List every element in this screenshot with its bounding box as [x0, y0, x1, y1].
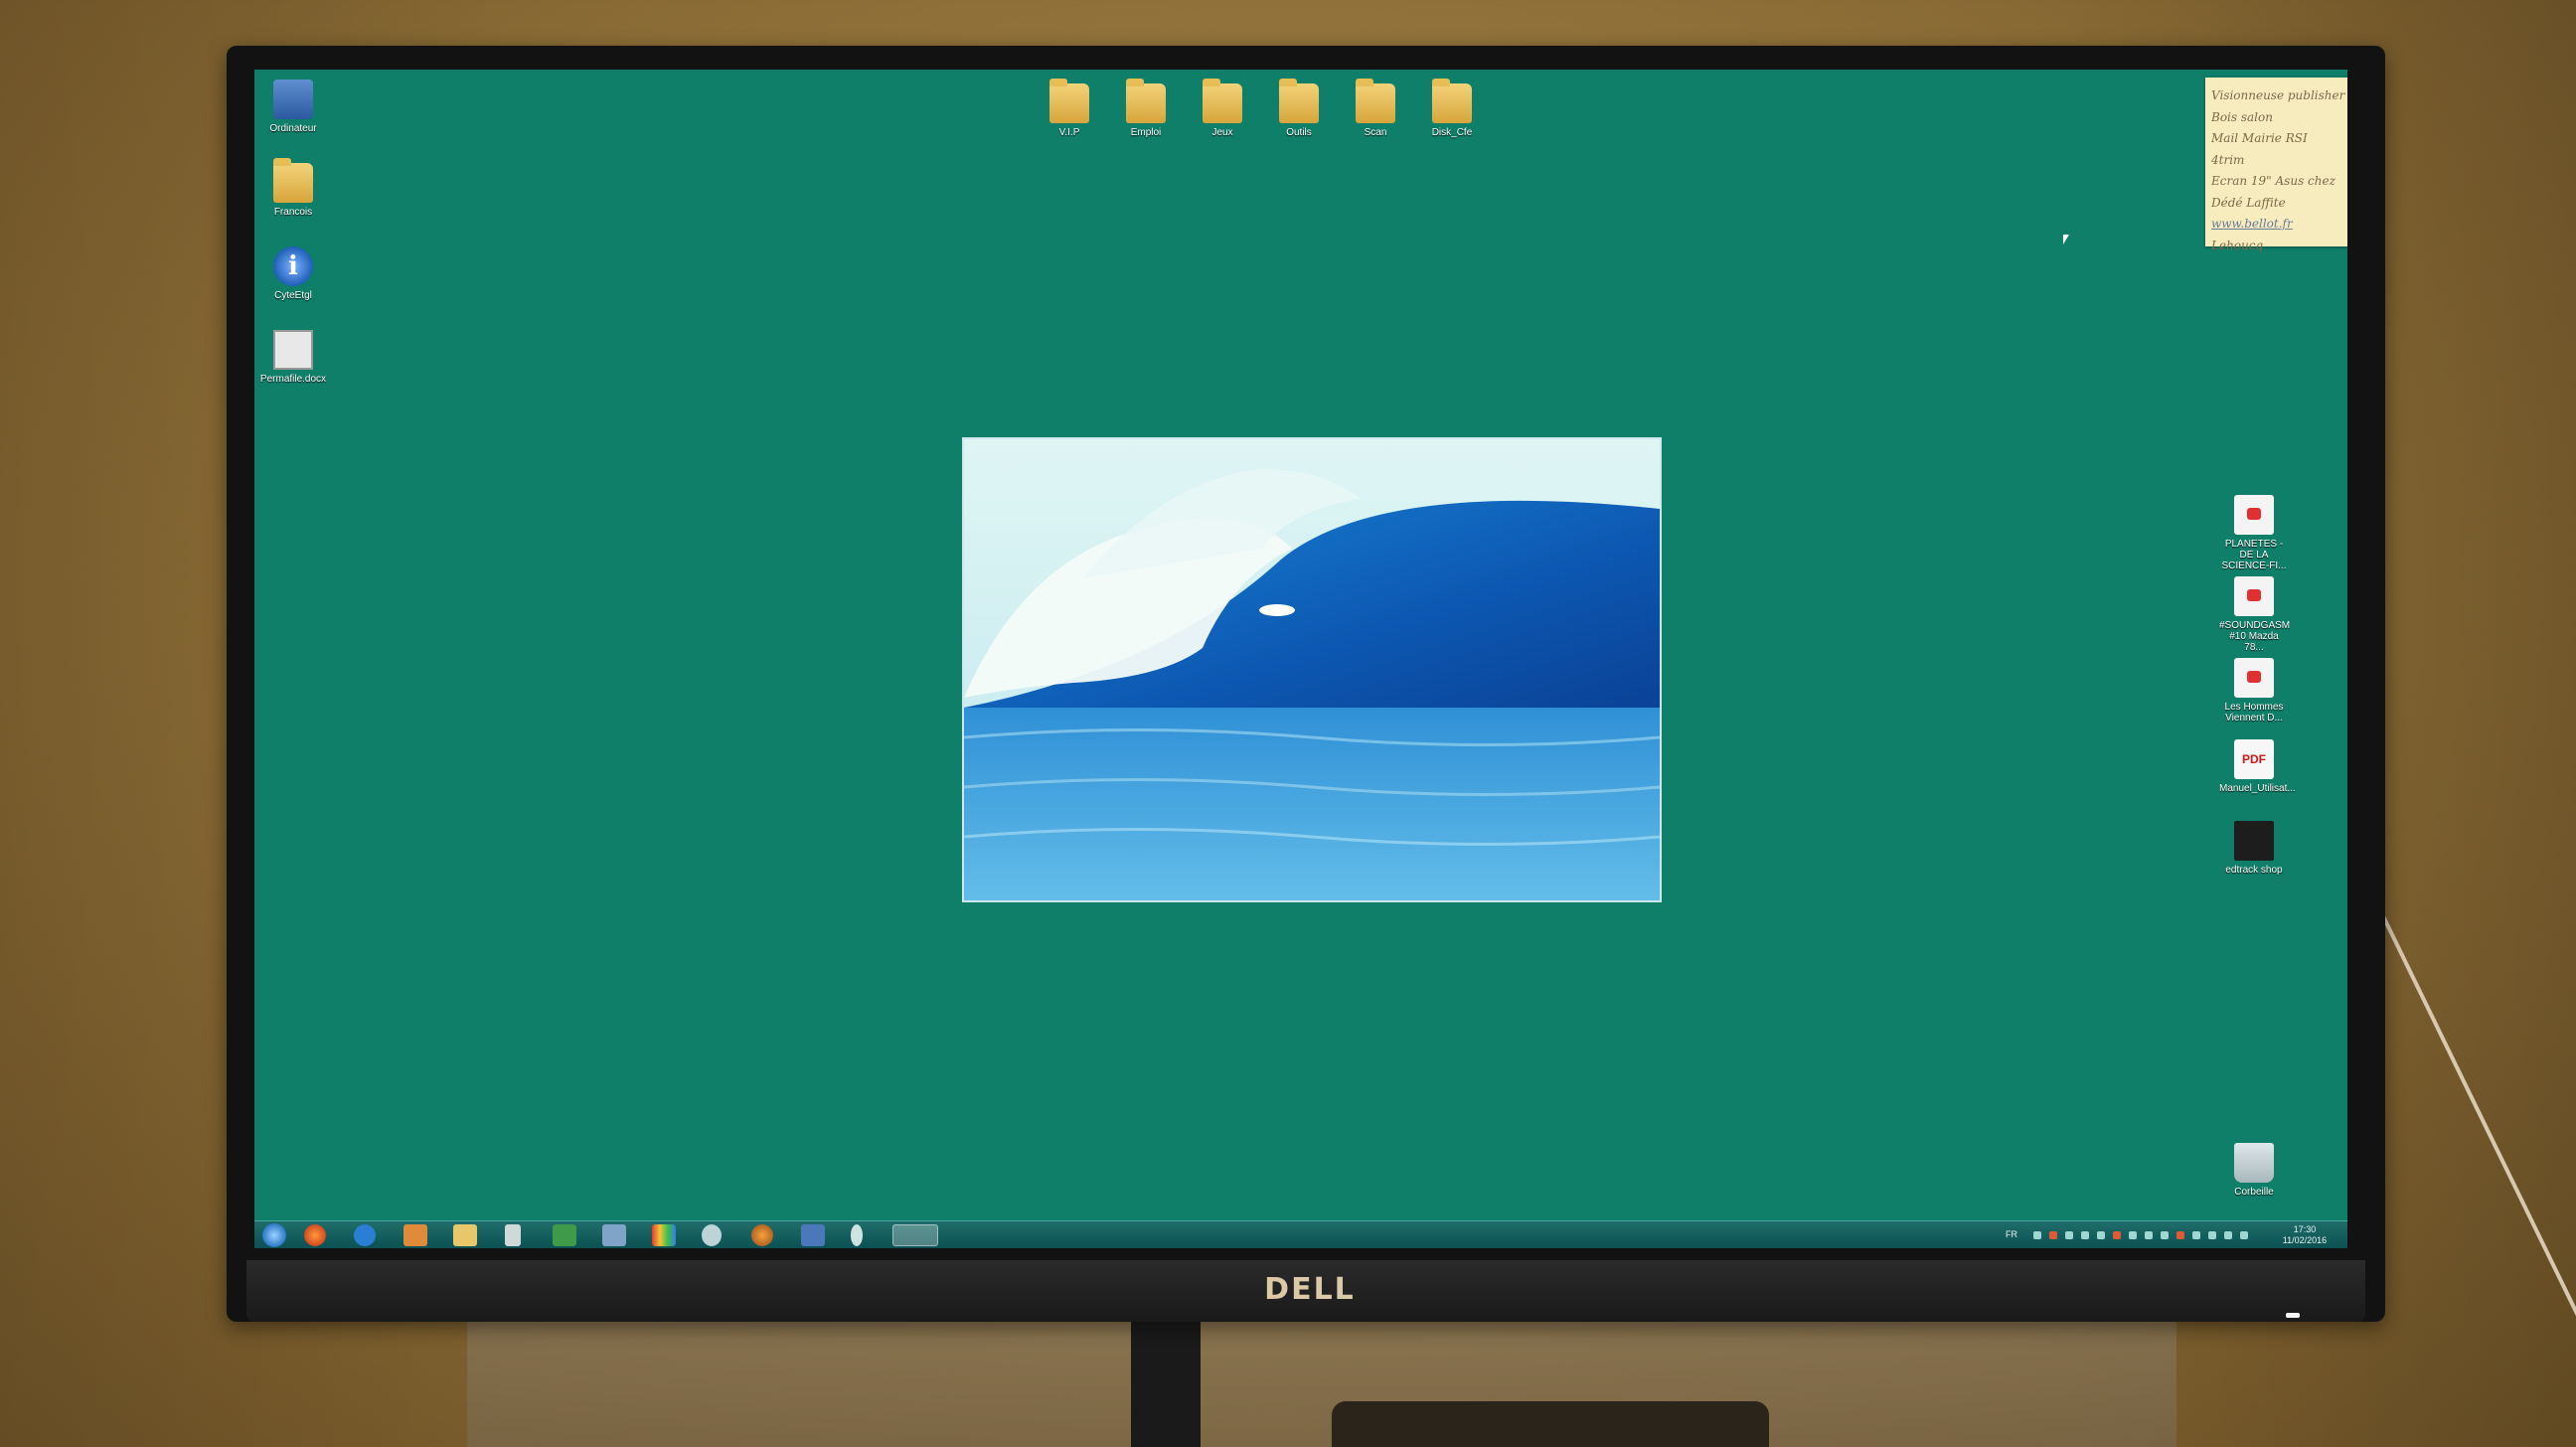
desktop-icon-document[interactable]: Permafile.docx [258, 330, 328, 385]
note-line: Lehoucq [2211, 238, 2264, 252]
desktop-icon-label: Francois [273, 207, 313, 218]
desktop-folder-scan[interactable]: Scan [1341, 79, 1410, 138]
folder-icon [1049, 79, 1089, 123]
mouse-cursor [2063, 235, 2069, 244]
folder-icon [1279, 79, 1319, 123]
desktop-folder-jeux[interactable]: Jeux [1188, 79, 1257, 138]
flag-icon[interactable] [2192, 1231, 2200, 1239]
language-indicator[interactable]: FR [2006, 1229, 2017, 1239]
pdf-icon: PDF [2234, 739, 2274, 779]
media-shortcut-icon [2234, 658, 2274, 698]
desktop-icon-label: CyteEtgl [274, 290, 312, 301]
desktop-icon-label: Corbeille [2234, 1187, 2274, 1198]
folder-label: V.I.P [1058, 127, 1080, 138]
tray-icon[interactable] [2081, 1231, 2089, 1239]
desktop-icon-label: #SOUNDGASM #10 Mazda 78... [2219, 620, 2291, 653]
application-icon [2234, 821, 2274, 861]
tray-icon[interactable] [2129, 1231, 2137, 1239]
desk-shelf [467, 1322, 2176, 1447]
battery-icon[interactable] [2224, 1231, 2232, 1239]
desktop-folder-disk[interactable]: Disk_Cfe [1417, 79, 1487, 138]
desktop-icon-label: Les Hommes Viennent D... [2224, 702, 2284, 724]
monitor-brand-logo: DELL [1264, 1272, 1356, 1307]
media-player-icon[interactable] [403, 1224, 427, 1246]
tray-icon[interactable] [2113, 1231, 2121, 1239]
desktop-icon-planetes[interactable]: PLANETES - DE LA SCIENCE-FI... [2219, 495, 2289, 571]
speaker-base [1332, 1401, 1769, 1447]
folder-label: Outils [1286, 127, 1312, 138]
note-line: Visionneuse publisher [2211, 88, 2345, 102]
folder-label: Emploi [1130, 127, 1162, 138]
tray-icon[interactable] [2161, 1231, 2169, 1239]
clock-date: 11/02/2016 [2282, 1235, 2328, 1245]
computer-icon [273, 80, 313, 119]
desktop-icon-computer[interactable]: Ordinateur [258, 80, 328, 134]
wave-image [964, 439, 1660, 900]
desktop-icon-les-hommes[interactable]: Les Hommes Viennent D... [2219, 658, 2289, 724]
media-shortcut-icon [2234, 495, 2274, 535]
desktop-folder-emploi[interactable]: Emploi [1111, 79, 1181, 138]
taskbar-clock[interactable]: 17:30 11/02/2016 [2270, 1224, 2339, 1246]
desktop-icon-soundgasm[interactable]: #SOUNDGASM #10 Mazda 78... [2219, 576, 2291, 653]
desktop-icon-label: Manuel_Utilisat... [2219, 783, 2296, 794]
recycle-bin-icon [2234, 1143, 2274, 1183]
folder-icon [1203, 79, 1242, 123]
desktop-folder-outils[interactable]: Outils [1264, 79, 1334, 138]
tray-icon[interactable] [2145, 1231, 2153, 1239]
clock-time: 17:30 [2293, 1224, 2317, 1234]
note-line: Ecran 19" Asus chez [2211, 174, 2335, 188]
network-icon[interactable] [801, 1224, 825, 1246]
desktop-screen: Ordinateur Francois i CyteEtgl Permafile… [254, 70, 2347, 1248]
note-line: Bois salon [2211, 109, 2273, 124]
folder-icon [1432, 79, 1472, 123]
tray-icon[interactable] [2097, 1231, 2105, 1239]
desktop-icon-user-folder[interactable]: Francois [258, 158, 328, 218]
desktop-icon-label: PLANETES - DE LA SCIENCE-FI... [2221, 539, 2287, 571]
excel-icon[interactable] [553, 1224, 576, 1246]
file-explorer-icon[interactable] [453, 1224, 477, 1246]
tray-icon[interactable] [2049, 1231, 2057, 1239]
chat-icon[interactable] [702, 1224, 722, 1246]
notepad-icon[interactable] [505, 1224, 521, 1246]
note-line: 4trim [2211, 152, 2245, 167]
window-icon[interactable] [602, 1224, 626, 1246]
desktop-icon-label: edtrack shop [2225, 865, 2283, 876]
desktop-icon-info[interactable]: i CyteEtgl [258, 246, 328, 301]
volume-icon[interactable] [2240, 1231, 2248, 1239]
note-line: Mail Mairie RSI [2211, 131, 2308, 145]
monitor-stand [1131, 1322, 1201, 1447]
user-folder-icon [273, 158, 313, 203]
tray-icon[interactable] [2033, 1231, 2041, 1239]
folder-label: Jeux [1211, 127, 1233, 138]
folder-icon [1126, 79, 1166, 123]
folder-label: Scan [1364, 127, 1387, 138]
desktop-icon-label: Permafile.docx [259, 374, 327, 385]
sticky-note[interactable]: Visionneuse publisher Bois salon Mail Ma… [2205, 78, 2347, 252]
start-button[interactable] [262, 1223, 286, 1247]
folder-icon [1356, 79, 1395, 123]
folder-label: Disk_Cfe [1431, 127, 1473, 138]
desktop-icon-label: Ordinateur [269, 123, 317, 134]
media-shortcut-icon [2234, 576, 2274, 616]
firefox-icon[interactable] [304, 1224, 326, 1246]
document-icon [273, 330, 313, 370]
tray-icon[interactable] [2176, 1231, 2184, 1239]
internet-explorer-icon[interactable] [354, 1224, 376, 1246]
note-link[interactable]: www.bellot.fr [2211, 214, 2347, 236]
desktop-folder-vip[interactable]: V.I.P [1035, 79, 1104, 138]
folder-window-icon[interactable] [892, 1224, 938, 1246]
info-icon: i [273, 246, 313, 286]
desktop-icon-recycle-bin[interactable]: Corbeille [2219, 1143, 2289, 1198]
wave-photo-viewer [962, 437, 1662, 902]
browser-icon[interactable] [751, 1224, 773, 1246]
color-app-icon[interactable] [652, 1224, 676, 1246]
power-led [2286, 1313, 2300, 1318]
network-tray-icon[interactable] [2208, 1231, 2216, 1239]
desktop-icon-manuel[interactable]: PDF Manuel_Utilisat... [2219, 739, 2296, 794]
note-line: Dédé Laffite [2211, 195, 2286, 210]
tray-icon[interactable] [2065, 1231, 2073, 1239]
taskbar: FR 17:30 11/02/2016 [254, 1220, 2347, 1248]
desktop-icon-edtrack[interactable]: edtrack shop [2219, 821, 2289, 876]
moon-icon[interactable] [851, 1224, 863, 1246]
